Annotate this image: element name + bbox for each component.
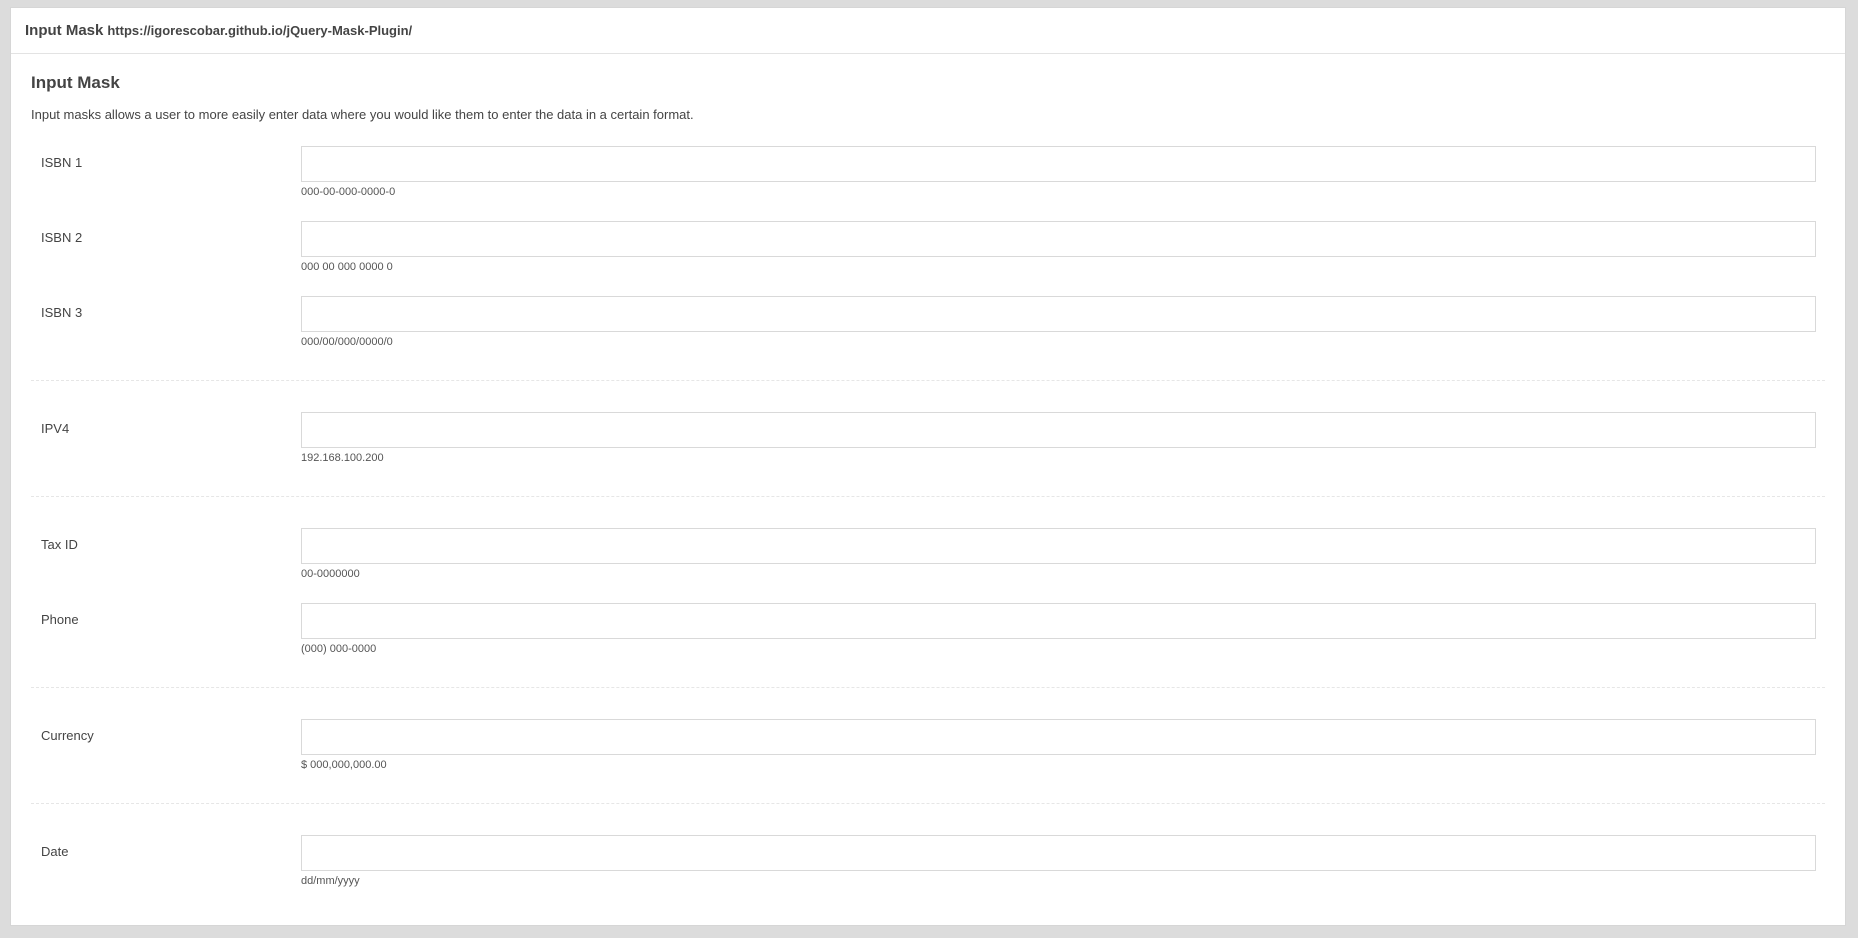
taxid-input[interactable] [301, 528, 1816, 564]
section-divider [31, 687, 1825, 688]
card-title: Input Mask [25, 22, 104, 39]
date-help-text: dd/mm/yyyy [301, 875, 360, 887]
phone-help-text: (000) 000-0000 [301, 643, 377, 655]
date-input[interactable] [301, 835, 1816, 871]
ipv4-label: IPV4 [41, 421, 70, 436]
form-row-phone: Phone (000) 000-0000 [31, 603, 1825, 659]
section-divider [31, 380, 1825, 381]
section-description: Input masks allows a user to more easily… [31, 107, 694, 122]
isbn3-help-text: 000/00/000/0000/0 [301, 336, 393, 348]
ipv4-help-text: 192.168.100.200 [301, 452, 384, 464]
isbn3-input[interactable] [301, 296, 1816, 332]
phone-label: Phone [41, 612, 79, 627]
isbn3-label: ISBN 3 [41, 305, 83, 320]
card-url[interactable]: https://igorescobar.github.io/jQuery-Mas… [107, 23, 412, 38]
isbn1-label: ISBN 1 [41, 155, 83, 170]
form-row-ipv4: IPV4 192.168.100.200 [31, 412, 1825, 468]
input-mask-card: Input Mask https://igorescobar.github.io… [10, 7, 1846, 926]
isbn2-label: ISBN 2 [41, 230, 83, 245]
form-row-date: Date dd/mm/yyyy [31, 835, 1825, 891]
taxid-label: Tax ID [41, 537, 78, 552]
section-divider [31, 803, 1825, 804]
currency-help-text: $ 000,000,000.00 [301, 759, 387, 771]
form-row-isbn1: ISBN 1 000-00-000-0000-0 [31, 146, 1825, 202]
section-divider [31, 496, 1825, 497]
isbn2-input[interactable] [301, 221, 1816, 257]
isbn2-help-text: 000 00 000 0000 0 [301, 261, 393, 273]
form-row-taxid: Tax ID 00-0000000 [31, 528, 1825, 584]
ipv4-input[interactable] [301, 412, 1816, 448]
currency-input[interactable] [301, 719, 1816, 755]
currency-label: Currency [41, 728, 94, 743]
form-row-currency: Currency $ 000,000,000.00 [31, 719, 1825, 775]
taxid-help-text: 00-0000000 [301, 568, 360, 580]
form-row-isbn3: ISBN 3 000/00/000/0000/0 [31, 296, 1825, 352]
form-row-isbn2: ISBN 2 000 00 000 0000 0 [31, 221, 1825, 277]
section-title: Input Mask [31, 73, 120, 92]
card-body: Input Mask Input masks allows a user to … [11, 54, 1845, 891]
phone-input[interactable] [301, 603, 1816, 639]
isbn1-input[interactable] [301, 146, 1816, 182]
card-header: Input Mask https://igorescobar.github.io… [11, 8, 1845, 54]
isbn1-help-text: 000-00-000-0000-0 [301, 186, 396, 198]
date-label: Date [41, 844, 69, 859]
